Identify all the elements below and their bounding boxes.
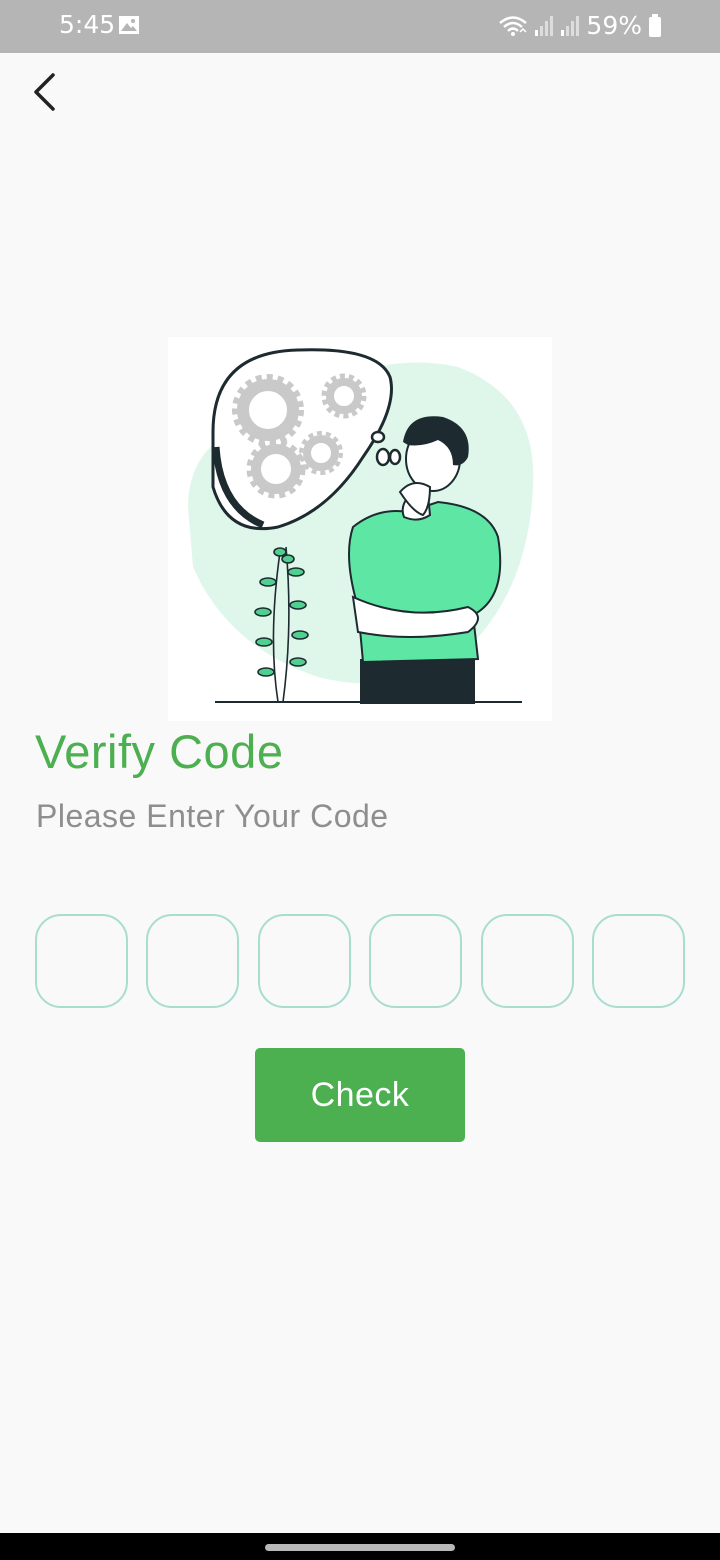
battery-icon [649, 13, 661, 37]
battery-percent: 59% [586, 11, 642, 40]
chevron-left-icon [34, 73, 55, 111]
gallery-icon [119, 16, 139, 34]
back-button[interactable] [24, 70, 64, 114]
code-digit-input-1[interactable] [35, 914, 128, 1008]
home-indicator[interactable] [265, 1544, 455, 1551]
illustration [168, 337, 552, 721]
signal-icon [561, 15, 580, 36]
navigation-bar [0, 1533, 720, 1560]
code-digit-input-2[interactable] [146, 914, 240, 1008]
status-bar: 5:45 59% [0, 0, 720, 53]
code-digit-input-3[interactable] [257, 914, 351, 1008]
status-time: 5:45 [59, 10, 116, 39]
signal-icon [535, 15, 554, 36]
page-subtitle: Please Enter Your Code [36, 798, 389, 834]
code-digit-input-6[interactable] [591, 914, 685, 1008]
status-icons: 59% [498, 11, 662, 40]
code-input-row [35, 914, 685, 1008]
wifi-icon [499, 15, 528, 36]
page-title: Verify Code [35, 725, 284, 778]
check-button[interactable]: Check [255, 1048, 465, 1142]
code-digit-input-5[interactable] [480, 914, 574, 1008]
code-digit-input-4[interactable] [369, 914, 463, 1008]
thinking-person-illustration [188, 348, 534, 704]
